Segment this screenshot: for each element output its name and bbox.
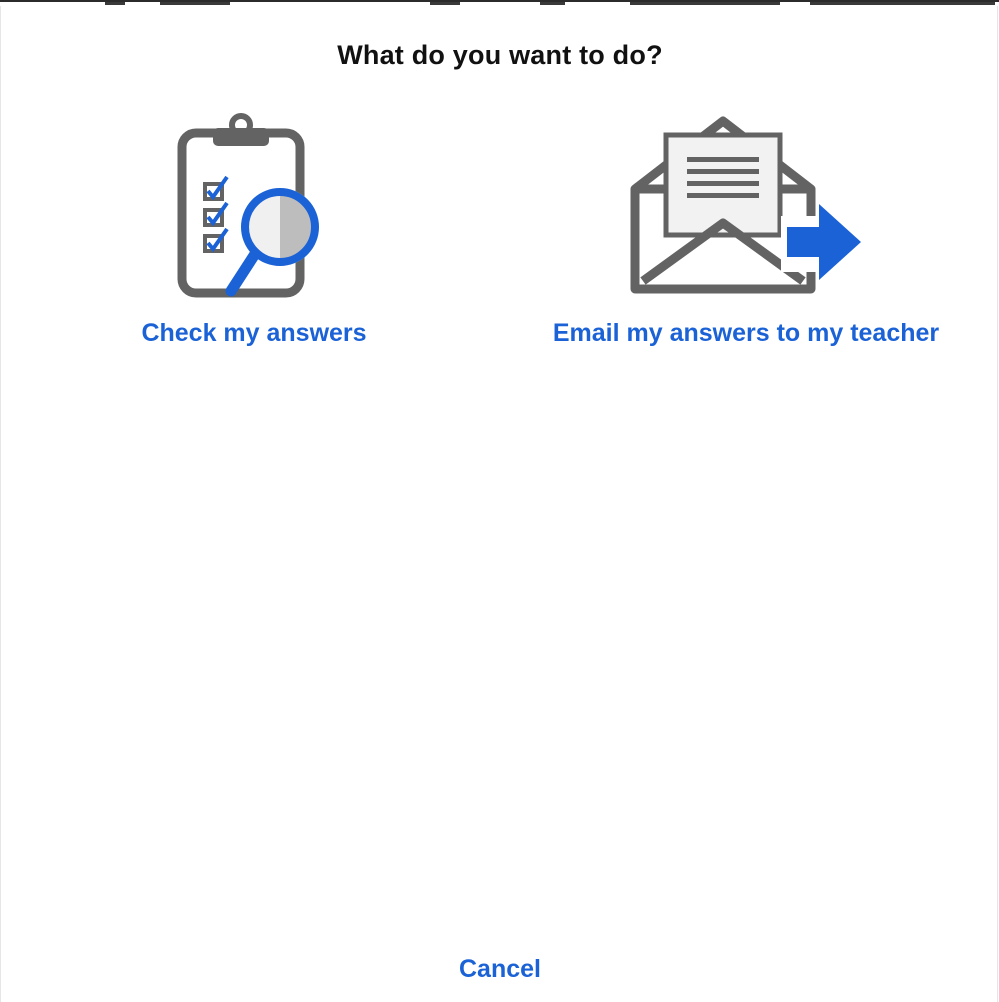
background-fragment xyxy=(430,2,460,5)
cancel-button[interactable]: Cancel xyxy=(459,955,541,983)
email-answers-label[interactable]: Email my answers to my teacher xyxy=(536,319,956,348)
action-dialog: What do you want to do? Check my answers… xyxy=(0,6,998,1002)
background-fragment xyxy=(630,2,780,5)
check-answers-option[interactable]: Check my answers xyxy=(119,111,389,348)
background-fragment xyxy=(105,2,125,5)
background-fragment xyxy=(540,2,565,5)
clipboard-magnifier-icon[interactable] xyxy=(169,111,339,301)
email-answers-option[interactable]: Email my answers to my teacher xyxy=(536,111,956,348)
dialog-title: What do you want to do? xyxy=(337,40,663,70)
envelope-send-icon[interactable] xyxy=(621,111,871,301)
background-fragment xyxy=(160,2,230,5)
cancel-row: Cancel xyxy=(1,955,999,984)
check-answers-label[interactable]: Check my answers xyxy=(119,319,389,348)
background-fragment xyxy=(810,2,995,5)
